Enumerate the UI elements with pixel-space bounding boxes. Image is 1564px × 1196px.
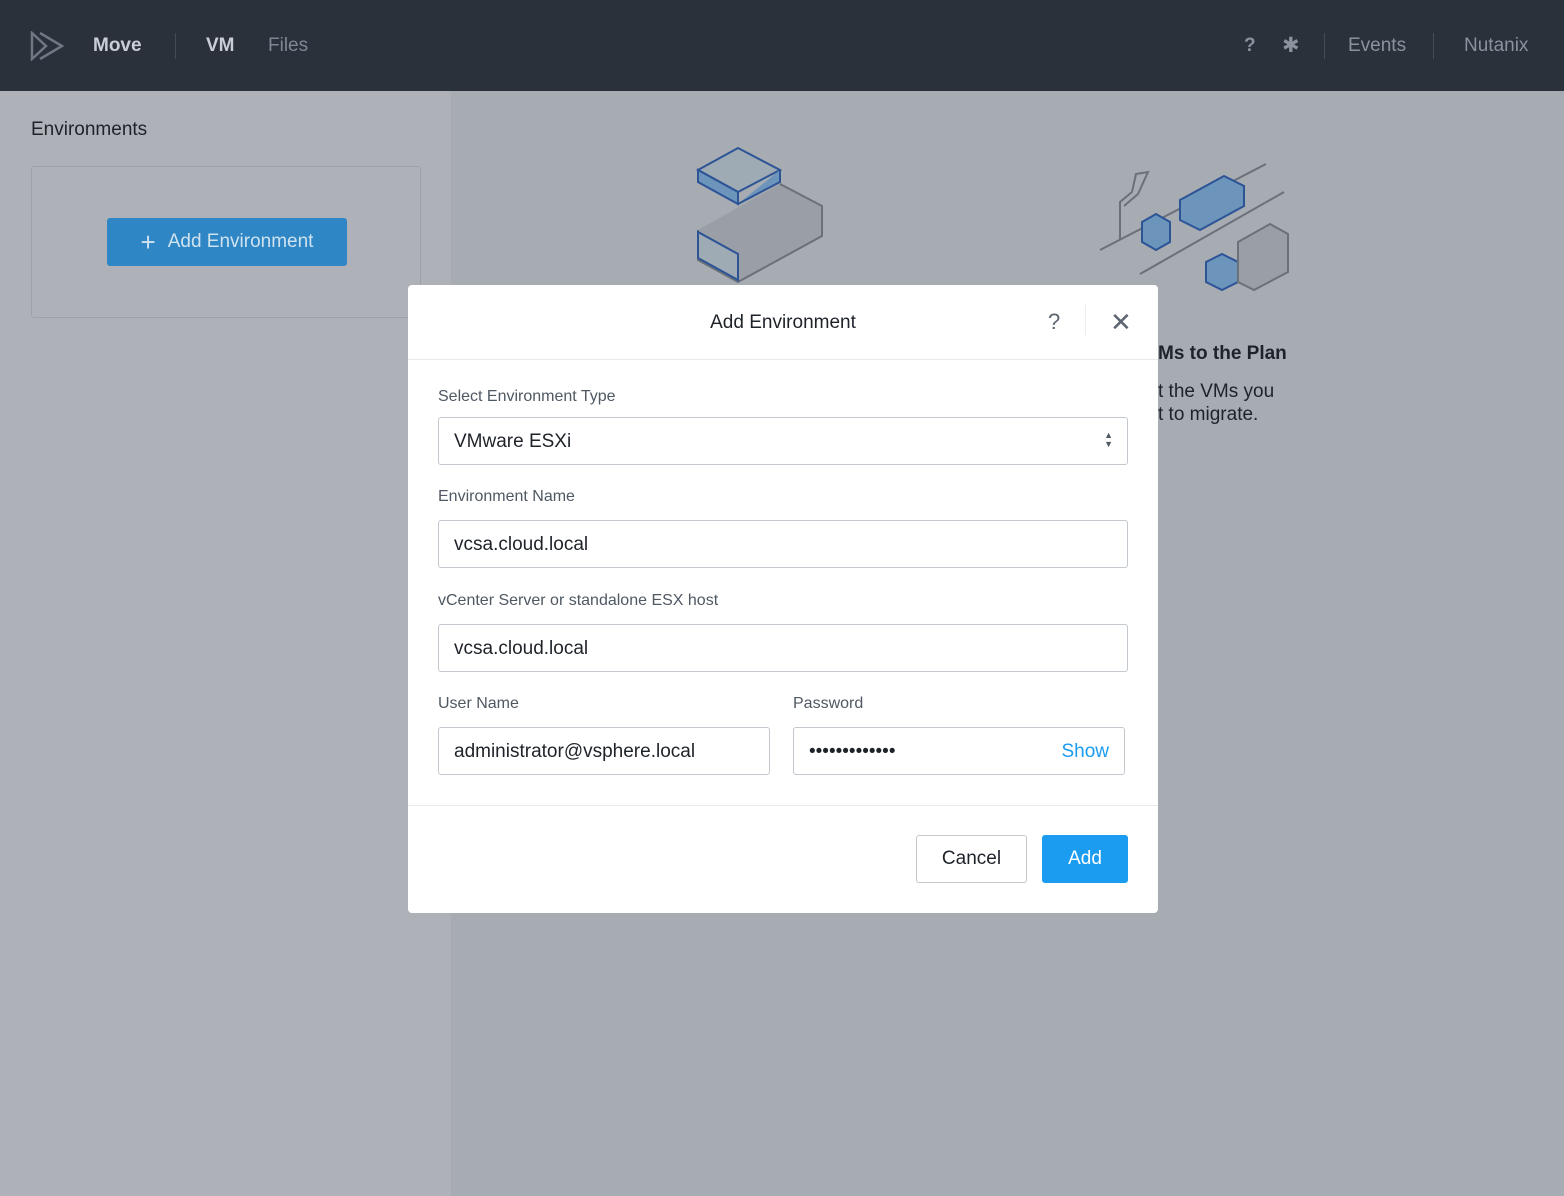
vm-migration-illustration-icon bbox=[1099, 163, 1289, 292]
add-environment-label: Add Environment bbox=[167, 231, 314, 252]
plan-step-text-2: t to migrate. bbox=[1158, 404, 1259, 425]
add-button[interactable]: Add bbox=[1042, 835, 1128, 883]
plan-step-text-1: t the VMs you bbox=[1158, 381, 1275, 402]
datacenter-illustration-icon bbox=[695, 146, 823, 284]
nav-vm[interactable]: VM bbox=[206, 35, 235, 57]
env-type-label: Select Environment Type bbox=[438, 388, 616, 405]
host-label: vCenter Server or standalone ESX host bbox=[438, 592, 719, 609]
environments-panel: + Add Environment bbox=[31, 166, 421, 318]
nav-files[interactable]: Files bbox=[268, 35, 308, 57]
nav-events[interactable]: Events bbox=[1348, 35, 1406, 57]
app-name: Move bbox=[93, 35, 142, 56]
username-input[interactable]: administrator@vsphere.local bbox=[438, 727, 770, 775]
add-environment-button[interactable]: + Add Environment bbox=[107, 218, 347, 266]
top-navigation-bar: Move VM Files ? ✱ Events Nutanix bbox=[0, 0, 1564, 91]
move-logo-icon bbox=[30, 31, 64, 61]
env-type-select[interactable]: VMware ESXi ▲ ▼ bbox=[438, 417, 1128, 465]
select-arrows-icon: ▲ ▼ bbox=[1104, 430, 1113, 449]
password-label: Password bbox=[793, 695, 864, 712]
add-environment-dialog: Add Environment ? ✕ Select Environment T… bbox=[408, 285, 1158, 913]
host-input[interactable]: vcsa.cloud.local bbox=[438, 624, 1128, 672]
password-value: ••••••••••••• bbox=[809, 741, 896, 762]
password-input[interactable]: ••••••••••••• Show bbox=[793, 727, 1125, 775]
help-icon[interactable]: ? bbox=[1244, 35, 1256, 57]
env-name-label: Environment Name bbox=[438, 488, 575, 505]
dialog-title: Add Environment bbox=[710, 312, 856, 333]
nav-nutanix-menu[interactable]: Nutanix bbox=[1464, 35, 1528, 57]
show-password-button[interactable]: Show bbox=[1061, 741, 1109, 763]
close-icon[interactable]: ✕ bbox=[1110, 307, 1132, 338]
env-name-input[interactable]: vcsa.cloud.local bbox=[438, 520, 1128, 568]
sidebar: Environments + Add Environment bbox=[0, 91, 451, 1196]
help-icon[interactable]: ? bbox=[1048, 309, 1060, 335]
cancel-button[interactable]: Cancel bbox=[916, 835, 1027, 883]
gear-icon[interactable]: ✱ bbox=[1282, 33, 1300, 58]
sidebar-title: Environments bbox=[31, 119, 148, 140]
username-label: User Name bbox=[438, 695, 519, 712]
env-type-value: VMware ESXi bbox=[454, 431, 572, 452]
plan-step-heading: Ms to the Plan bbox=[1158, 343, 1287, 364]
plus-icon: + bbox=[140, 226, 156, 257]
